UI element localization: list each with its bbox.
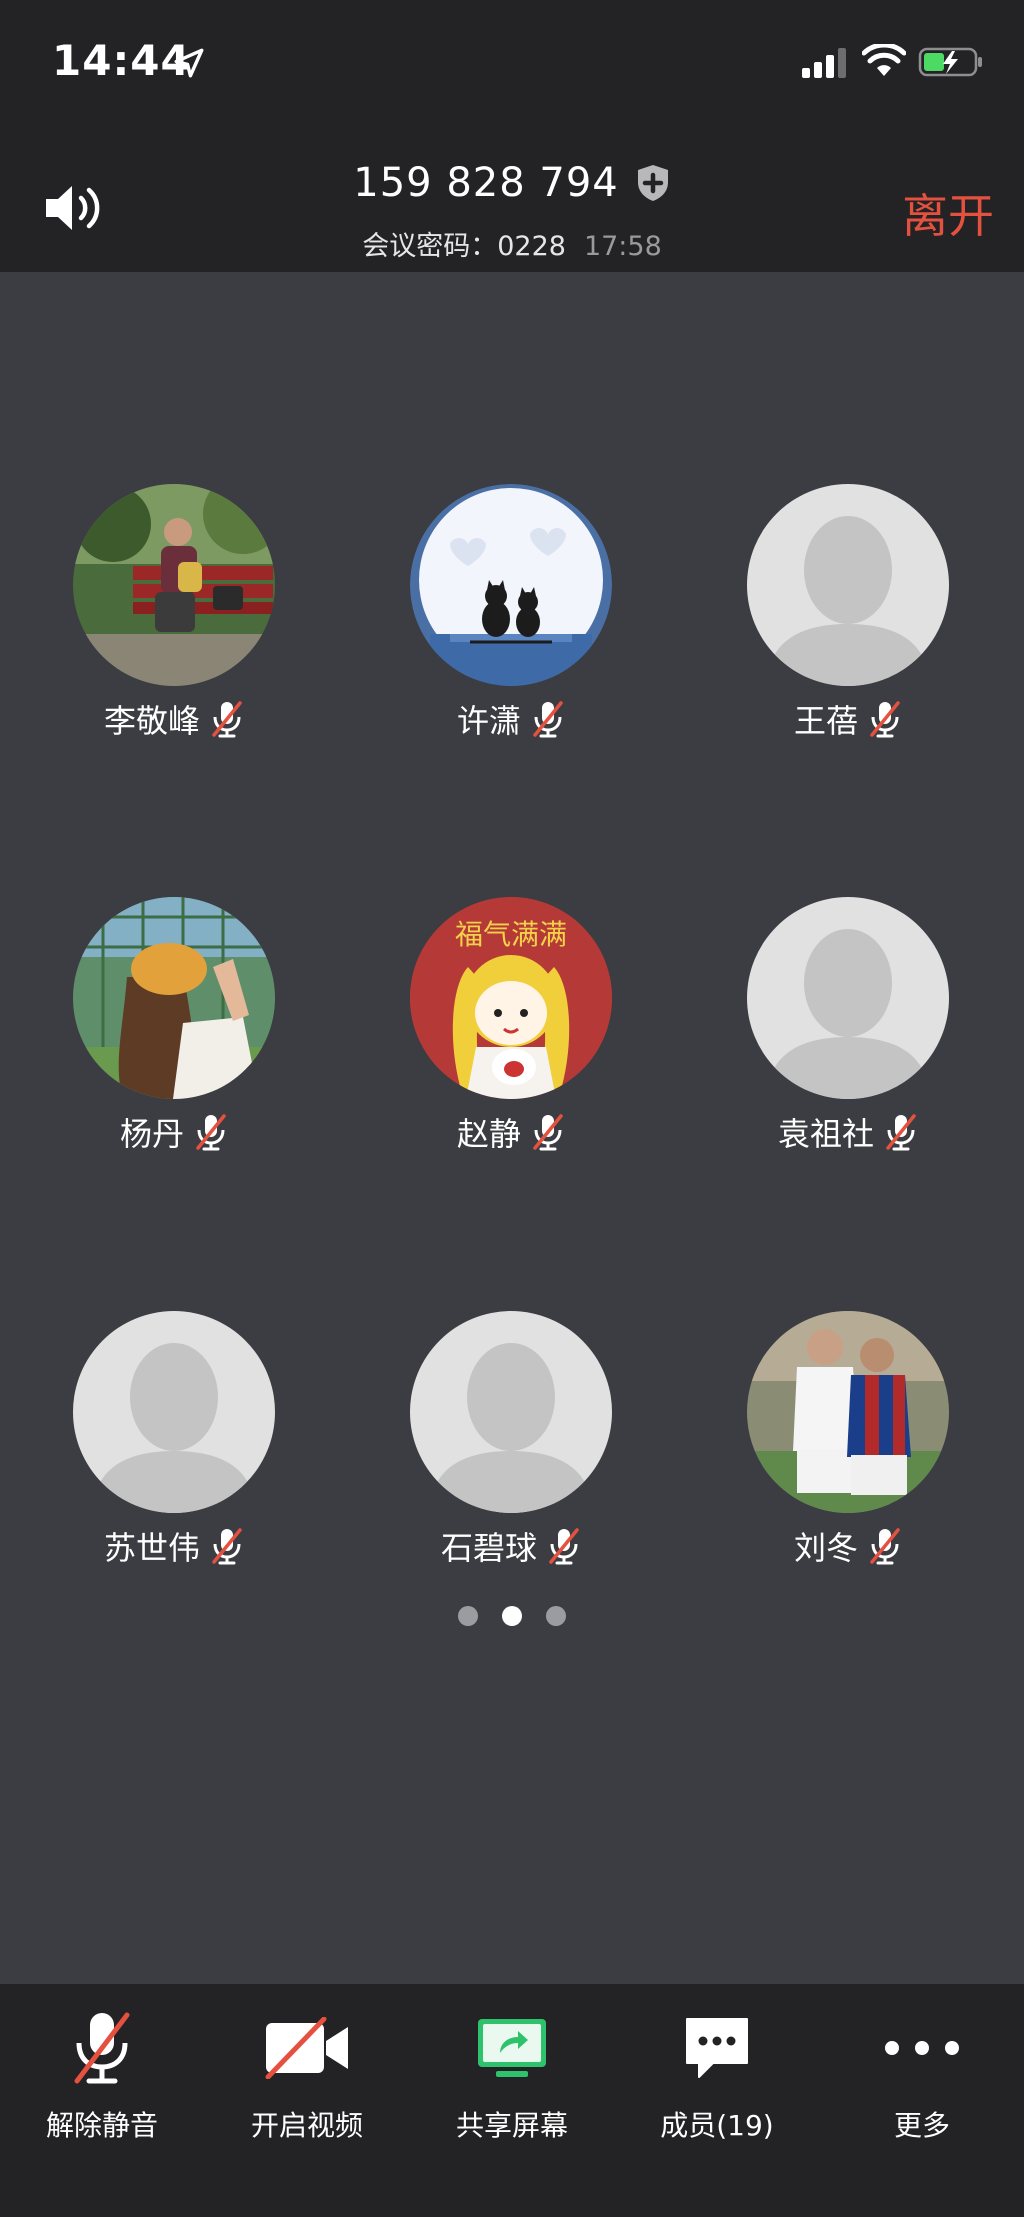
cats-moon-avatar [410,484,612,686]
share-screen-icon [478,2019,546,2077]
avatar [73,897,275,1099]
microphone-muted-icon [533,701,563,738]
video-camera-off-icon [265,2017,348,2079]
microphone-muted-icon [74,2012,130,2084]
bottom-toolbar: 解除静音 开启视频 共享屏幕 成员(19) 更多 [0,1984,1024,2217]
default-avatar-icon [767,516,929,686]
avatar [747,484,949,686]
participant-name: 袁祖社 [777,1115,874,1153]
more-dots-icon [885,2041,959,2055]
participant-tile[interactable]: 袁祖社 [738,897,958,1155]
cellular-signal-icon [802,48,846,78]
avatar [747,1311,949,1513]
default-avatar-icon [93,1343,255,1513]
share-screen-button[interactable]: 共享屏幕 [410,2006,614,2144]
participant-tile[interactable]: 刘冬 [738,1311,958,1569]
wifi-icon [862,44,906,76]
start-video-button[interactable]: 开启视频 [205,2006,409,2144]
page-dot[interactable] [546,1606,566,1626]
meeting-duration: 17:58 [583,231,662,262]
page-dot-active[interactable] [502,1606,522,1626]
participant-name: 赵静 [456,1115,521,1153]
participant-tile[interactable]: 石碧球 [401,1311,621,1569]
start-video-label: 开启视频 [250,2109,363,2142]
unmute-label: 解除静音 [45,2109,158,2142]
avatar [747,897,949,1099]
microphone-muted-icon [212,701,242,738]
avatar [410,484,612,686]
participant-name: 石碧球 [440,1529,537,1567]
status-time: 14:44 [52,36,191,85]
participant-name: 李敬峰 [103,702,200,740]
avatar: 福气满满 [410,897,612,1099]
default-avatar-icon [430,1343,592,1513]
microphone-muted-icon [533,1114,563,1151]
leave-button[interactable]: 离开 [902,180,994,246]
meeting-id-row: 159 828 794 [0,160,1024,206]
meeting-id: 159 828 794 [353,160,619,206]
top-bar: 14:44 159 828 794 会议密码：0228 17:58 离开 [0,0,1024,272]
participant-tile[interactable]: 王蓓 [738,484,958,742]
default-avatar-icon [767,929,929,1099]
participant-name: 苏世伟 [103,1529,200,1567]
microphone-muted-icon [212,1528,242,1565]
microphone-muted-icon [870,1528,900,1565]
microphone-muted-icon [549,1528,579,1565]
page-dot[interactable] [458,1606,478,1626]
participant-name: 杨丹 [119,1115,184,1153]
microphone-muted-icon [870,701,900,738]
participant-name: 许潇 [456,702,521,740]
avatar-caption: 福气满满 [454,918,567,951]
members-label: 成员(19) [660,2109,774,2142]
park-photo-avatar [73,484,275,686]
football-photo-avatar [747,1311,949,1513]
avatar [73,484,275,686]
microphone-muted-icon [196,1114,226,1151]
page-indicator[interactable] [0,1606,1024,1626]
meeting-info: 会议密码：0228 17:58 [0,224,1024,263]
participant-tile[interactable]: 杨丹 [64,897,284,1155]
participant-name: 王蓓 [793,702,858,740]
more-label: 更多 [893,2109,950,2142]
girl-photo-avatar [73,897,275,1099]
avatar [73,1311,275,1513]
more-button[interactable]: 更多 [820,2006,1024,2144]
participant-tile[interactable]: 李敬峰 [64,484,284,742]
security-shield-icon[interactable] [635,163,671,203]
location-arrow-icon [174,48,204,78]
participant-tile[interactable]: 许潇 [401,484,621,742]
participant-name: 刘冬 [793,1529,858,1567]
members-button[interactable]: 成员(19) [615,2006,819,2144]
battery-charging-icon [918,47,982,77]
participant-tile[interactable]: 苏世伟 [64,1311,284,1569]
chat-bubble-icon [686,2018,748,2078]
microphone-muted-icon [886,1114,916,1151]
avatar [410,1311,612,1513]
unmute-button[interactable]: 解除静音 [0,2006,204,2144]
meeting-password: 会议密码：0228 [362,231,566,262]
share-screen-label: 共享屏幕 [455,2109,568,2142]
participant-tile[interactable]: 福气满满 赵静 [401,897,621,1155]
